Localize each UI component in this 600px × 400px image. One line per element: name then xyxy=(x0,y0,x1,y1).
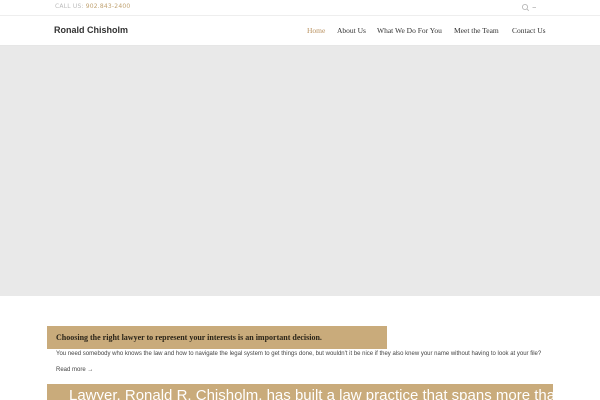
nav-about-us[interactable]: About Us xyxy=(337,26,366,38)
intro-body: You need somebody who knows the law and … xyxy=(56,351,542,357)
about-banner: Lawyer, Ronald R. Chisholm, has built a … xyxy=(47,384,553,400)
nav-what-we-do[interactable]: What We Do For You xyxy=(377,26,442,38)
nav-meet-the-team[interactable]: Meet the Team xyxy=(454,26,499,38)
nav-contact-us[interactable]: Contact Us xyxy=(512,26,546,38)
call-us-label: CALL US: xyxy=(55,3,84,10)
intro-heading: Choosing the right lawyer to represent y… xyxy=(56,333,322,342)
read-more-link[interactable]: Read more → xyxy=(56,367,93,373)
call-us: CALL US: 902.843-2400 xyxy=(55,3,130,10)
search-icon[interactable] xyxy=(521,3,539,12)
top-bar: CALL US: 902.843-2400 xyxy=(0,0,600,16)
hero-banner xyxy=(0,46,600,296)
about-banner-text: Lawyer, Ronald R. Chisholm, has built a … xyxy=(69,387,553,400)
nav-home[interactable]: Home xyxy=(307,26,325,38)
site-logo[interactable]: Ronald Chisholm xyxy=(54,25,128,35)
intro-heading-box: Choosing the right lawyer to represent y… xyxy=(47,326,387,349)
site-header: Ronald Chisholm Home About Us What We Do… xyxy=(0,16,600,46)
phone-link[interactable]: 902.843-2400 xyxy=(86,3,131,10)
